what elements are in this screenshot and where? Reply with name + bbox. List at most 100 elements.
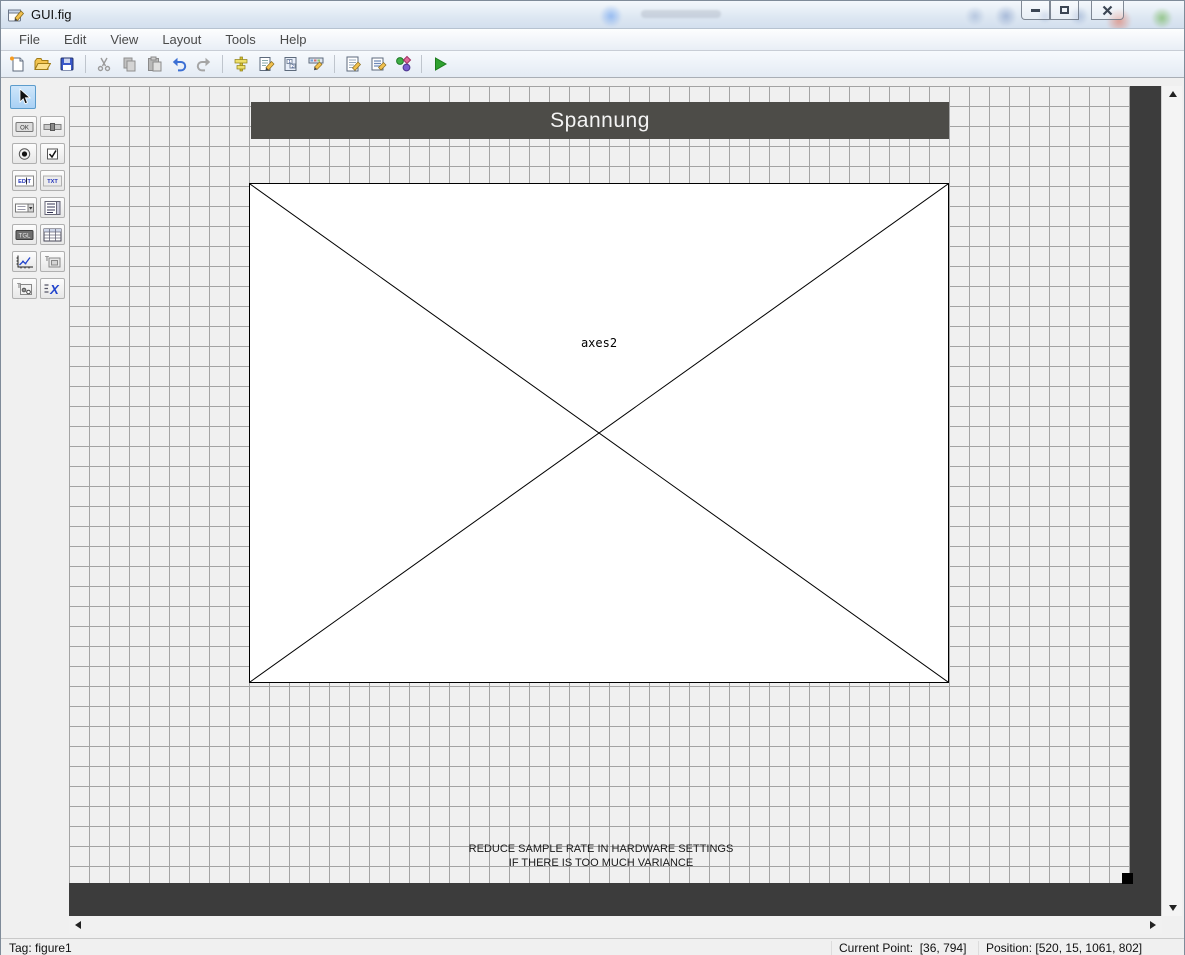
toolbar-editor-button[interactable]: [306, 54, 326, 74]
copy-button[interactable]: [119, 54, 139, 74]
run-icon: [431, 55, 449, 73]
scroll-left-arrow-icon[interactable]: [75, 921, 81, 929]
panel-icon: T: [42, 254, 63, 270]
push-button-tool[interactable]: OK: [12, 116, 37, 137]
horizontal-scrollbar[interactable]: [69, 916, 1162, 934]
axes-tool[interactable]: [12, 251, 37, 272]
scroll-up-arrow-icon[interactable]: [1169, 91, 1177, 97]
status-divider: [831, 941, 832, 955]
tab-order-editor-icon: 1 2: [282, 55, 300, 73]
scroll-right-arrow-icon[interactable]: [1150, 921, 1156, 929]
new-figure-icon: [8, 55, 26, 73]
maximize-button[interactable]: [1050, 1, 1079, 20]
figure-resize-handle[interactable]: [1122, 873, 1133, 884]
select-tool-button[interactable]: [10, 85, 36, 109]
scroll-down-arrow-icon[interactable]: [1169, 905, 1177, 911]
svg-text:TGL: TGL: [19, 233, 31, 239]
object-browser-button[interactable]: [393, 54, 413, 74]
edit-text-icon: EDIT: [14, 173, 35, 189]
menu-edit[interactable]: Edit: [52, 30, 98, 49]
maximize-icon: [1060, 6, 1069, 14]
activex-control-tool[interactable]: X: [40, 278, 65, 299]
menu-editor-button[interactable]: [256, 54, 276, 74]
svg-text:EDIT: EDIT: [18, 179, 31, 185]
menu-layout[interactable]: Layout: [150, 30, 213, 49]
glass-reflection: [641, 10, 721, 18]
glass-reflection: [994, 6, 1018, 26]
title-bar[interactable]: GUI.fig: [1, 1, 1184, 29]
component-palette: OK EDIT: [1, 78, 69, 938]
paste-button[interactable]: [144, 54, 164, 74]
svg-text:X: X: [49, 282, 60, 297]
menu-view[interactable]: View: [98, 30, 150, 49]
toggle-button-tool[interactable]: TGL: [12, 224, 37, 245]
close-button[interactable]: [1091, 1, 1124, 20]
axes-diagonals: [250, 184, 948, 682]
select-arrow-icon: [15, 88, 31, 106]
svg-text:TXT: TXT: [47, 179, 58, 185]
new-figure-button[interactable]: [7, 54, 27, 74]
note-line-1: REDUCE SAMPLE RATE IN HARDWARE SETTINGS: [251, 842, 951, 856]
property-inspector-button[interactable]: [368, 54, 388, 74]
undo-icon: [170, 55, 188, 73]
cut-button[interactable]: [94, 54, 114, 74]
panel-tool[interactable]: T: [40, 251, 65, 272]
static-text-banner[interactable]: Spannung: [251, 102, 949, 139]
activex-icon: X: [42, 281, 63, 297]
axes-tag-label: axes2: [579, 336, 619, 350]
push-button-icon: OK: [14, 119, 35, 135]
check-box-icon: [42, 146, 63, 162]
axes-placeholder[interactable]: axes2: [249, 183, 949, 683]
toolbar: 1 2: [1, 51, 1184, 78]
out-of-figure-area: [1130, 86, 1161, 916]
pop-up-menu-tool[interactable]: [12, 197, 37, 218]
minimize-button[interactable]: [1021, 1, 1050, 20]
window-controls: [1021, 1, 1124, 20]
menu-tools[interactable]: Tools: [213, 30, 267, 49]
edit-text-tool[interactable]: EDIT: [12, 170, 37, 191]
menu-help[interactable]: Help: [268, 30, 319, 49]
open-figure-button[interactable]: [32, 54, 52, 74]
position-label: Position:: [986, 941, 1032, 955]
toolbar-separator: [85, 55, 86, 73]
table-tool[interactable]: [40, 224, 65, 245]
tab-order-editor-button[interactable]: 1 2: [281, 54, 301, 74]
status-position: Position: [520, 15, 1061, 802]: [986, 941, 1142, 955]
close-icon: [1102, 5, 1113, 16]
listbox-tool[interactable]: [40, 197, 65, 218]
window-title: GUI.fig: [31, 7, 71, 22]
cut-icon: [95, 55, 113, 73]
svg-text:T: T: [45, 256, 49, 263]
svg-text:OK: OK: [20, 125, 29, 131]
button-group-tool[interactable]: T: [12, 278, 37, 299]
button-group-icon: T: [14, 281, 35, 297]
guide-window: { "window": { "title": "GUI.fig", "icon"…: [0, 0, 1185, 955]
undo-button[interactable]: [169, 54, 189, 74]
paste-icon: [145, 55, 163, 73]
note-static-text[interactable]: REDUCE SAMPLE RATE IN HARDWARE SETTINGS …: [251, 842, 951, 870]
menu-file[interactable]: File: [7, 30, 52, 49]
current-point-value: [36, 794]: [920, 941, 967, 955]
align-objects-button[interactable]: [231, 54, 251, 74]
editor-button[interactable]: [343, 54, 363, 74]
radio-button-tool[interactable]: [12, 143, 37, 164]
static-text-tool[interactable]: TXT: [40, 170, 65, 191]
slider-tool[interactable]: [40, 116, 65, 137]
run-button[interactable]: [430, 54, 450, 74]
listbox-icon: [42, 200, 63, 216]
editor-icon: [344, 55, 362, 73]
check-box-tool[interactable]: [40, 143, 65, 164]
current-point-label: Current Point:: [839, 941, 913, 955]
save-figure-icon: [58, 55, 76, 73]
redo-button[interactable]: [194, 54, 214, 74]
out-of-figure-area: [69, 883, 1130, 916]
vertical-scrollbar[interactable]: [1161, 86, 1182, 916]
axes-icon: [14, 254, 35, 270]
toolbar-editor-icon: [307, 55, 325, 73]
open-figure-icon: [33, 55, 51, 73]
save-figure-button[interactable]: [57, 54, 77, 74]
position-value: [520, 15, 1061, 802]: [1035, 941, 1142, 955]
static-text-icon: TXT: [42, 173, 63, 189]
property-inspector-icon: [369, 55, 387, 73]
toolbar-separator: [334, 55, 335, 73]
